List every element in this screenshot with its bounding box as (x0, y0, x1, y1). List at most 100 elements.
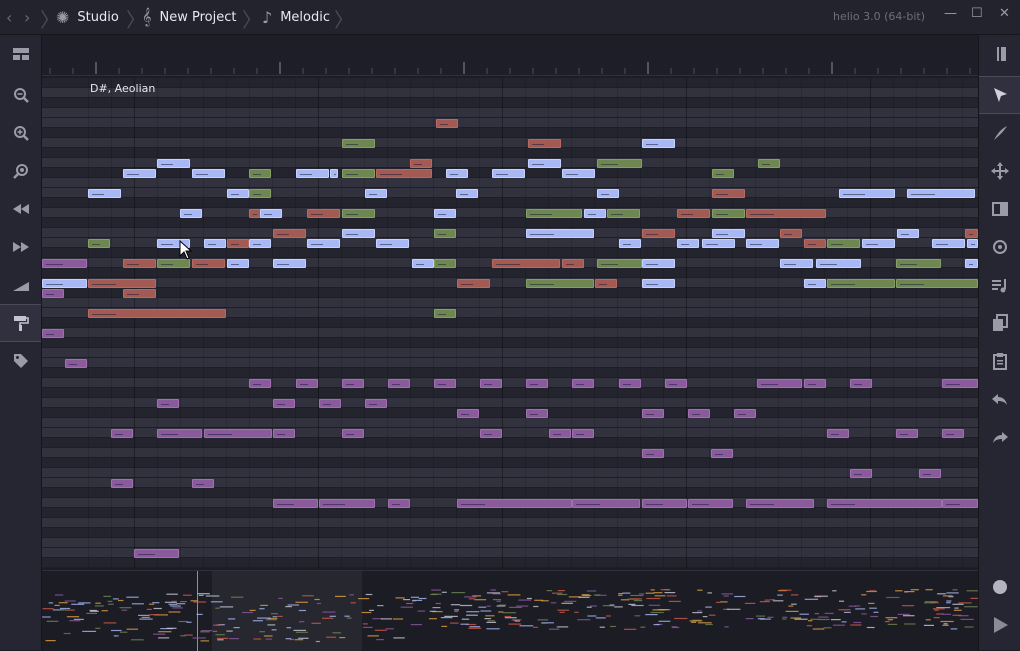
note[interactable] (111, 428, 133, 438)
drag-tool-button[interactable] (979, 152, 1020, 190)
note[interactable] (434, 228, 456, 238)
note[interactable] (436, 118, 458, 128)
note[interactable] (180, 208, 202, 218)
note[interactable] (480, 378, 502, 388)
note[interactable] (734, 408, 756, 418)
note[interactable] (827, 238, 860, 248)
note[interactable] (492, 168, 525, 178)
mirror-button[interactable] (979, 190, 1020, 228)
note[interactable] (480, 428, 502, 438)
note[interactable] (273, 258, 306, 268)
note[interactable] (607, 208, 640, 218)
note[interactable] (702, 238, 735, 248)
zoom-out-button[interactable] (0, 76, 41, 114)
note[interactable] (342, 168, 375, 178)
note[interactable] (412, 258, 434, 268)
note[interactable] (804, 378, 826, 388)
back-arrow-icon[interactable]: ‹ (6, 8, 12, 27)
note[interactable] (457, 278, 490, 288)
note[interactable] (526, 378, 548, 388)
note[interactable] (677, 208, 710, 218)
note[interactable] (526, 208, 582, 218)
breadcrumb-track[interactable]: ♪ Melodic (262, 0, 330, 34)
note[interactable] (273, 498, 318, 508)
note[interactable] (896, 428, 918, 438)
note[interactable] (642, 448, 664, 458)
note[interactable] (549, 428, 571, 438)
note[interactable] (249, 378, 271, 388)
note[interactable] (804, 238, 826, 248)
note[interactable] (227, 258, 249, 268)
note[interactable] (456, 188, 478, 198)
note[interactable] (712, 188, 745, 198)
note[interactable] (642, 408, 664, 418)
zoom-to-fit-button[interactable] (0, 152, 41, 190)
note[interactable] (562, 258, 584, 268)
note[interactable] (249, 188, 271, 198)
note[interactable] (965, 228, 978, 238)
note[interactable] (572, 428, 594, 438)
note[interactable] (296, 378, 318, 388)
note[interactable] (434, 208, 456, 218)
note[interactable] (157, 398, 179, 408)
note[interactable] (780, 228, 802, 238)
note[interactable] (249, 168, 271, 178)
note[interactable] (642, 258, 675, 268)
note[interactable] (839, 188, 895, 198)
note[interactable] (204, 428, 272, 438)
note[interactable] (376, 168, 432, 178)
note[interactable] (688, 408, 710, 418)
note[interactable] (572, 498, 640, 508)
redo-button[interactable] (979, 418, 1020, 456)
note[interactable] (595, 278, 617, 288)
note[interactable] (307, 238, 340, 248)
note[interactable] (492, 258, 560, 268)
note[interactable] (65, 358, 87, 368)
note[interactable] (319, 398, 341, 408)
note[interactable] (204, 238, 226, 248)
note[interactable] (907, 188, 975, 198)
note[interactable] (192, 258, 225, 268)
note[interactable] (365, 398, 387, 408)
note[interactable] (688, 498, 733, 508)
note[interactable] (584, 208, 606, 218)
note[interactable] (850, 468, 872, 478)
note[interactable] (42, 328, 64, 338)
note[interactable] (862, 238, 895, 248)
note[interactable] (896, 278, 978, 288)
note[interactable] (157, 428, 202, 438)
note[interactable] (562, 168, 595, 178)
note[interactable] (816, 258, 861, 268)
note[interactable] (758, 158, 780, 168)
note[interactable] (526, 228, 594, 238)
note[interactable] (434, 378, 456, 388)
record-button[interactable] (979, 568, 1020, 606)
note[interactable] (388, 378, 410, 388)
note[interactable] (123, 168, 156, 178)
minimize-icon[interactable]: — (944, 6, 957, 21)
note[interactable] (619, 378, 641, 388)
note[interactable] (88, 278, 156, 288)
note[interactable] (434, 258, 456, 268)
note[interactable] (528, 138, 561, 148)
note[interactable] (746, 208, 826, 218)
note[interactable] (342, 208, 375, 218)
note[interactable] (619, 238, 641, 248)
pen-tool-button[interactable] (979, 114, 1020, 152)
note[interactable] (319, 498, 375, 508)
target-button[interactable] (979, 228, 1020, 266)
timeline-ruler[interactable] (42, 35, 978, 76)
note[interactable] (942, 378, 978, 388)
note[interactable] (342, 138, 375, 148)
note[interactable] (111, 478, 133, 488)
note[interactable] (123, 258, 156, 268)
note[interactable] (597, 158, 642, 168)
forward-arrow-icon[interactable]: › (24, 8, 30, 27)
note[interactable] (597, 258, 642, 268)
note[interactable] (273, 428, 295, 438)
note[interactable] (296, 168, 329, 178)
note[interactable] (457, 408, 479, 418)
note[interactable] (123, 288, 156, 298)
select-tool-button[interactable] (979, 76, 1020, 114)
note[interactable] (942, 428, 964, 438)
